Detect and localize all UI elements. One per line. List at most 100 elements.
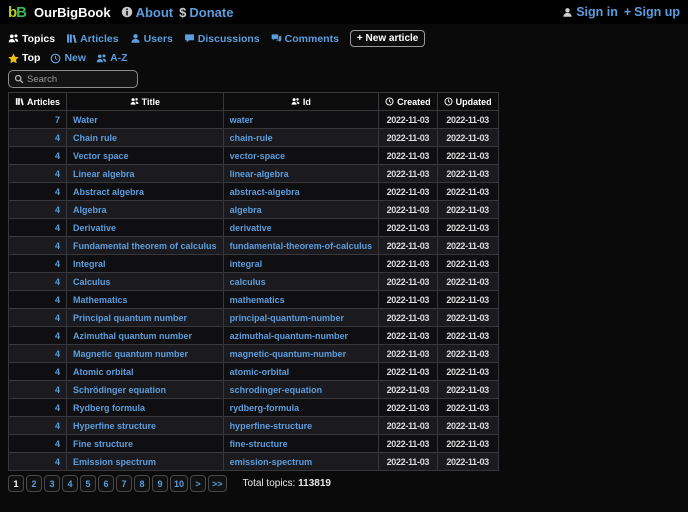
topic-title-link[interactable]: Magnetic quantum number bbox=[73, 349, 188, 359]
topic-title-link[interactable]: Fine structure bbox=[73, 439, 133, 449]
topic-title-link[interactable]: Schrödinger equation bbox=[73, 385, 166, 395]
topic-id-link[interactable]: vector-space bbox=[230, 151, 286, 161]
sort-az[interactable]: A-Z bbox=[96, 52, 128, 64]
page-button-7[interactable]: 7 bbox=[116, 475, 132, 492]
article-count-link[interactable]: 4 bbox=[55, 331, 60, 341]
about-link[interactable]: About bbox=[121, 5, 173, 20]
topic-title-link[interactable]: Derivative bbox=[73, 223, 116, 233]
article-count-link[interactable]: 4 bbox=[55, 241, 60, 251]
topic-title-link[interactable]: Emission spectrum bbox=[73, 457, 156, 467]
topic-id-link[interactable]: azimuthal-quantum-number bbox=[230, 331, 349, 341]
article-count-link[interactable]: 4 bbox=[55, 187, 60, 197]
topic-id-link[interactable]: linear-algebra bbox=[230, 169, 289, 179]
article-count-link[interactable]: 4 bbox=[55, 277, 60, 287]
article-count-link[interactable]: 4 bbox=[55, 403, 60, 413]
updated-cell: 2022-11-03 bbox=[436, 254, 499, 273]
article-count-link[interactable]: 4 bbox=[55, 259, 60, 269]
id-cell: algebra bbox=[222, 200, 380, 219]
tab-topics[interactable]: Topics bbox=[8, 33, 55, 45]
sort-new[interactable]: New bbox=[50, 52, 86, 64]
topic-title-link[interactable]: Chain rule bbox=[73, 133, 117, 143]
topic-title-link[interactable]: Water bbox=[73, 115, 98, 125]
pagination-next-button[interactable]: > bbox=[190, 475, 207, 492]
sort-top[interactable]: Top bbox=[8, 52, 40, 64]
topic-id-link[interactable]: integral bbox=[230, 259, 263, 269]
people-icon bbox=[8, 33, 19, 44]
topic-id-link[interactable]: abstract-algebra bbox=[230, 187, 300, 197]
article-count-link[interactable]: 4 bbox=[55, 385, 60, 395]
topic-title-link[interactable]: Abstract algebra bbox=[73, 187, 144, 197]
page-button-3[interactable]: 3 bbox=[44, 475, 60, 492]
search-input[interactable] bbox=[27, 73, 132, 85]
topic-id-link[interactable]: fine-structure bbox=[230, 439, 288, 449]
topic-id-link[interactable]: chain-rule bbox=[230, 133, 273, 143]
header-id[interactable]: Id bbox=[222, 92, 380, 111]
topic-title-link[interactable]: Mathematics bbox=[73, 295, 128, 305]
topic-id-link[interactable]: magnetic-quantum-number bbox=[230, 349, 347, 359]
tab-users[interactable]: Users bbox=[130, 33, 173, 45]
topic-id-link[interactable]: rydberg-formula bbox=[230, 403, 300, 413]
search-box[interactable] bbox=[8, 70, 138, 88]
topic-title-link[interactable]: Principal quantum number bbox=[73, 313, 187, 323]
article-count-link[interactable]: 4 bbox=[55, 133, 60, 143]
page-button-8[interactable]: 8 bbox=[134, 475, 150, 492]
header-updated[interactable]: Updated bbox=[436, 92, 499, 111]
article-count-link[interactable]: 4 bbox=[55, 439, 60, 449]
page-button-5[interactable]: 5 bbox=[80, 475, 96, 492]
topic-id-link[interactable]: hyperfine-structure bbox=[230, 421, 313, 431]
topic-id-link[interactable]: water bbox=[230, 115, 254, 125]
app-logo[interactable]: bB bbox=[8, 4, 27, 21]
sign-in-link[interactable]: Sign in bbox=[562, 5, 618, 19]
topic-title-link[interactable]: Vector space bbox=[73, 151, 129, 161]
donate-link[interactable]: $ Donate bbox=[179, 5, 233, 20]
id-cell: emission-spectrum bbox=[222, 452, 380, 471]
page-button-1[interactable]: 1 bbox=[8, 475, 24, 492]
topic-id-link[interactable]: schrodinger-equation bbox=[230, 385, 323, 395]
article-count-link[interactable]: 4 bbox=[55, 349, 60, 359]
new-article-button[interactable]: + New article bbox=[349, 30, 426, 47]
article-count-link[interactable]: 4 bbox=[55, 223, 60, 233]
topic-title-link[interactable]: Azimuthal quantum number bbox=[73, 331, 192, 341]
topic-title-link[interactable]: Calculus bbox=[73, 277, 111, 287]
topic-title-link[interactable]: Rydberg formula bbox=[73, 403, 145, 413]
topic-id-link[interactable]: mathematics bbox=[230, 295, 285, 305]
pagination-last-button[interactable]: >> bbox=[208, 475, 227, 492]
topic-title-link[interactable]: Integral bbox=[73, 259, 106, 269]
topic-title-link[interactable]: Linear algebra bbox=[73, 169, 135, 179]
article-count-link[interactable]: 4 bbox=[55, 295, 60, 305]
topic-id-link[interactable]: calculus bbox=[230, 277, 266, 287]
page-button-9[interactable]: 9 bbox=[152, 475, 168, 492]
title-cell: Principal quantum number bbox=[66, 308, 224, 327]
topic-id-link[interactable]: emission-spectrum bbox=[230, 457, 313, 467]
topic-title-link[interactable]: Algebra bbox=[73, 205, 107, 215]
tab-comments[interactable]: Comments bbox=[271, 33, 339, 45]
article-count-link[interactable]: 4 bbox=[55, 457, 60, 467]
article-count-link[interactable]: 4 bbox=[55, 421, 60, 431]
page-button-2[interactable]: 2 bbox=[26, 475, 42, 492]
article-count-link[interactable]: 7 bbox=[55, 115, 60, 125]
header-title[interactable]: Title bbox=[66, 92, 224, 111]
tab-articles[interactable]: Articles bbox=[66, 33, 119, 45]
header-articles[interactable]: Articles bbox=[7, 92, 68, 111]
article-count-link[interactable]: 4 bbox=[55, 169, 60, 179]
page-button-6[interactable]: 6 bbox=[98, 475, 114, 492]
topic-id-link[interactable]: fundamental-theorem-of-calculus bbox=[230, 241, 373, 251]
article-count-link[interactable]: 4 bbox=[55, 151, 60, 161]
article-count-link[interactable]: 4 bbox=[55, 367, 60, 377]
topic-title-link[interactable]: Hyperfine structure bbox=[73, 421, 156, 431]
topic-title-link[interactable]: Atomic orbital bbox=[73, 367, 134, 377]
topic-id-link[interactable]: algebra bbox=[230, 205, 262, 215]
brand-title[interactable]: OurBigBook bbox=[34, 5, 111, 20]
sign-up-link[interactable]: + Sign up bbox=[624, 5, 680, 19]
page-button-10[interactable]: 10 bbox=[170, 475, 189, 492]
topic-id-link[interactable]: derivative bbox=[230, 223, 272, 233]
tab-discussions[interactable]: Discussions bbox=[184, 33, 260, 45]
article-count-link[interactable]: 4 bbox=[55, 205, 60, 215]
article-count-link[interactable]: 4 bbox=[55, 313, 60, 323]
topic-title-link[interactable]: Fundamental theorem of calculus bbox=[73, 241, 217, 251]
topic-id-link[interactable]: atomic-orbital bbox=[230, 367, 290, 377]
page-button-4[interactable]: 4 bbox=[62, 475, 78, 492]
id-cell: hyperfine-structure bbox=[222, 416, 380, 435]
topic-id-link[interactable]: principal-quantum-number bbox=[230, 313, 345, 323]
header-created[interactable]: Created bbox=[378, 92, 438, 111]
